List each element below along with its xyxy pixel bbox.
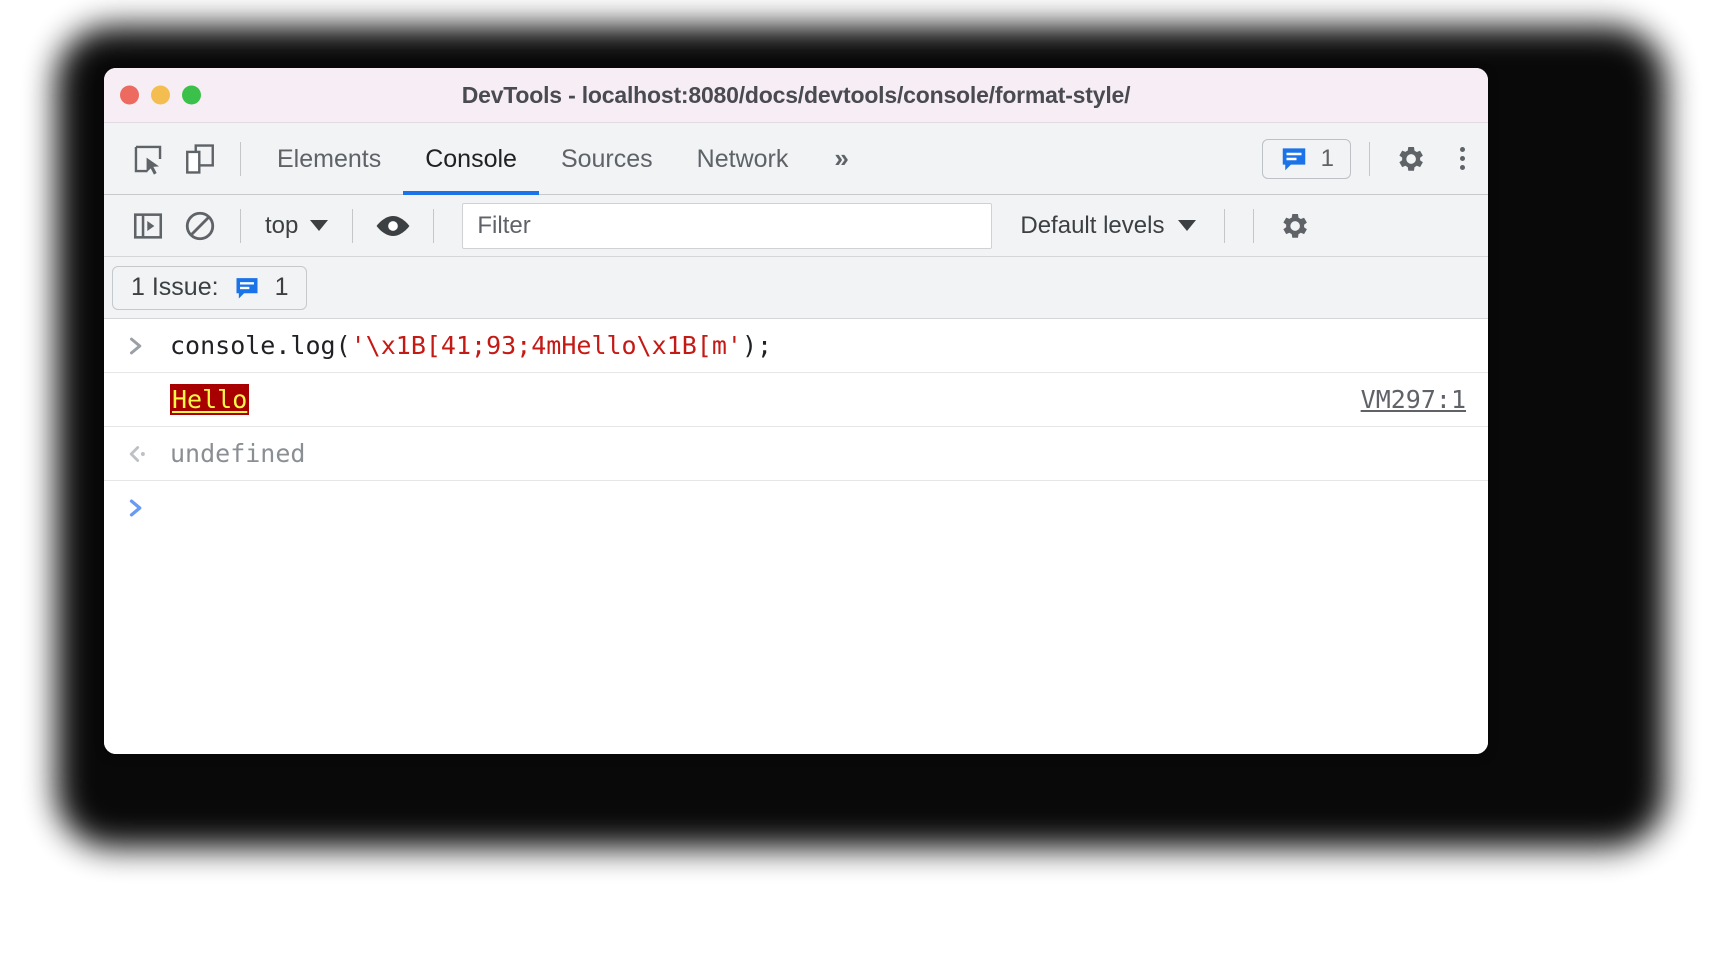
input-prompt-arrow bbox=[126, 335, 170, 357]
issues-message-icon bbox=[236, 277, 258, 298]
main-menu-button[interactable] bbox=[1436, 133, 1488, 185]
live-expression-eye-icon bbox=[376, 215, 410, 236]
issues-summary-bar: 1 Issue: 1 bbox=[104, 257, 1488, 319]
filter-placeholder: Filter bbox=[477, 211, 531, 239]
console-toolbar-divider-4 bbox=[1224, 208, 1226, 243]
console-toolbar-divider-5 bbox=[1253, 208, 1255, 243]
return-value-arrow bbox=[126, 443, 170, 465]
console-prompt-chevron bbox=[126, 497, 170, 519]
console-message-list[interactable]: console.log('\x1B[41;93;4mHello\x1B[m');… bbox=[104, 319, 1488, 754]
tab-sources[interactable]: Sources bbox=[539, 123, 675, 195]
return-value-arrow-icon bbox=[129, 445, 145, 462]
inspect-element-icon-glyph bbox=[134, 145, 162, 175]
devtools-tab-bar: Elements Console Sources Network » 1 bbox=[104, 123, 1488, 195]
tab-network[interactable]: Network bbox=[675, 123, 811, 195]
issues-count-label: 1 bbox=[1320, 144, 1334, 172]
ansi-styled-output: Hello bbox=[170, 384, 250, 415]
inspect-element-icon[interactable] bbox=[122, 133, 174, 185]
javascript-context-selector[interactable]: top bbox=[255, 212, 338, 240]
close-window-button[interactable] bbox=[120, 85, 139, 105]
screenshot-root: DevTools - localhost:8080/docs/devtools/… bbox=[0, 0, 1722, 974]
input-prompt-arrow-icon bbox=[129, 337, 142, 354]
filter-input[interactable]: Filter bbox=[462, 202, 993, 249]
code-fragment-string: '\x1B[41;93;4mHello\x1B[m' bbox=[350, 331, 742, 360]
console-source-link[interactable]: VM297:1 bbox=[1361, 385, 1466, 414]
log-levels-selector[interactable]: Default levels bbox=[1006, 212, 1210, 240]
console-input-code: console.log('\x1B[41;93;4mHello\x1B[m'); bbox=[170, 331, 772, 360]
console-sidebar-icon bbox=[133, 212, 163, 239]
console-input-row[interactable]: console.log('\x1B[41;93;4mHello\x1B[m'); bbox=[104, 319, 1488, 373]
device-toolbar-icon[interactable] bbox=[174, 133, 226, 185]
window-title: DevTools - localhost:8080/docs/devtools/… bbox=[461, 81, 1131, 108]
console-result-value: undefined bbox=[170, 439, 306, 468]
issues-summary-label: 1 Issue: bbox=[131, 273, 219, 301]
chevron-down-icon bbox=[310, 220, 329, 231]
device-toolbar-icon-glyph bbox=[186, 143, 214, 174]
console-toolbar-divider-2 bbox=[352, 208, 354, 243]
settings-button[interactable] bbox=[1384, 133, 1436, 185]
context-label: top bbox=[265, 211, 299, 239]
chevron-down-icon bbox=[1178, 220, 1197, 231]
console-sidebar-toggle-button[interactable] bbox=[122, 200, 174, 252]
kebab-menu-icon bbox=[1459, 147, 1465, 170]
issues-summary-count: 1 bbox=[274, 273, 289, 301]
tabbar-right-divider bbox=[1369, 141, 1370, 176]
console-toolbar: top Filter Default levels bbox=[104, 195, 1488, 257]
clear-console-button[interactable] bbox=[174, 200, 226, 252]
code-fragment-tail: ); bbox=[741, 331, 773, 360]
live-expression-button[interactable] bbox=[367, 200, 419, 252]
issues-message-icon bbox=[1282, 147, 1305, 170]
more-tabs-chevron-icon[interactable]: » bbox=[810, 143, 868, 174]
traffic-light-controls[interactable] bbox=[120, 85, 201, 105]
log-levels-label: Default levels bbox=[1020, 211, 1165, 239]
issues-counter-button[interactable]: 1 bbox=[1261, 138, 1351, 179]
minimize-window-button[interactable] bbox=[151, 85, 170, 105]
issues-summary-button[interactable]: 1 Issue: 1 bbox=[112, 265, 308, 310]
gear-icon bbox=[1399, 146, 1423, 171]
console-settings-button[interactable] bbox=[1268, 200, 1320, 252]
toolbar-divider bbox=[240, 141, 241, 176]
code-fragment-call: console.log( bbox=[170, 331, 351, 360]
console-prompt-chevron-icon bbox=[129, 499, 142, 517]
console-toolbar-divider-3 bbox=[433, 208, 435, 243]
tab-console[interactable]: Console bbox=[403, 123, 539, 195]
zoom-window-button[interactable] bbox=[182, 85, 201, 105]
console-toolbar-divider-1 bbox=[240, 208, 241, 243]
console-output-row[interactable]: Hello VM297:1 bbox=[104, 373, 1488, 427]
clear-console-icon bbox=[185, 211, 215, 240]
console-result-row[interactable]: undefined bbox=[104, 427, 1488, 481]
console-settings-gear-icon bbox=[1283, 213, 1308, 238]
tab-elements[interactable]: Elements bbox=[255, 123, 403, 195]
window-title-bar: DevTools - localhost:8080/docs/devtools/… bbox=[104, 68, 1488, 123]
console-prompt-row[interactable] bbox=[104, 481, 1488, 535]
devtools-window: DevTools - localhost:8080/docs/devtools/… bbox=[104, 68, 1488, 754]
